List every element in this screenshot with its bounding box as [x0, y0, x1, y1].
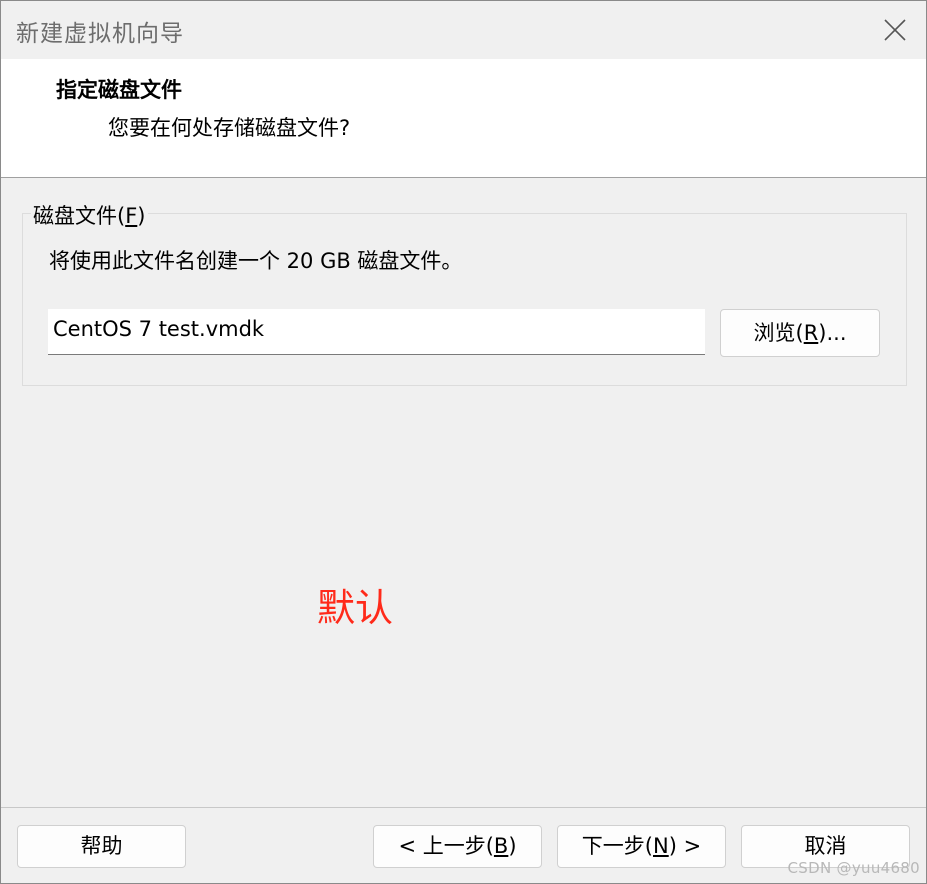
legend-suffix: ) — [137, 204, 146, 228]
disk-file-group — [22, 213, 907, 386]
disk-file-description: 将使用此文件名创建一个 20 GB 磁盘文件。 — [49, 249, 463, 273]
disk-file-input[interactable] — [48, 309, 705, 355]
wizard-header: 指定磁盘文件 您要在何处存储磁盘文件? — [1, 59, 926, 178]
browse-accelerator: R — [803, 321, 819, 345]
footer-divider — [1, 807, 926, 808]
window-title: 新建虚拟机向导 — [16, 21, 184, 47]
next-suffix: ) > — [668, 834, 702, 858]
browse-prefix: 浏览( — [753, 321, 804, 345]
default-annotation: 默认 — [317, 586, 394, 630]
browse-suffix: )... — [818, 321, 847, 345]
disk-file-group-label: 磁盘文件(F) — [31, 200, 148, 230]
browse-button[interactable]: 浏览(R)... — [720, 309, 880, 357]
page-subtitle: 您要在何处存储磁盘文件? — [108, 116, 351, 140]
watermark: CSDN @yuu4680 — [787, 859, 920, 877]
next-accelerator: N — [653, 834, 669, 858]
next-prefix: 下一步( — [581, 834, 653, 858]
close-icon — [884, 19, 906, 41]
back-prefix: < 上一步( — [398, 834, 494, 858]
back-accelerator: B — [493, 834, 509, 858]
help-button[interactable]: 帮助 — [17, 825, 186, 868]
back-button[interactable]: < 上一步(B) — [373, 825, 542, 868]
title-bar: 新建虚拟机向导 — [1, 1, 926, 59]
back-suffix: ) — [508, 834, 517, 858]
legend-prefix: 磁盘文件( — [33, 204, 126, 228]
legend-accelerator: F — [125, 204, 138, 228]
new-vm-wizard-window: 新建虚拟机向导 指定磁盘文件 您要在何处存储磁盘文件? 磁盘文件(F) 将使用此… — [0, 0, 927, 884]
close-button[interactable] — [878, 13, 912, 47]
next-button[interactable]: 下一步(N) > — [557, 825, 726, 868]
page-title: 指定磁盘文件 — [56, 78, 182, 102]
